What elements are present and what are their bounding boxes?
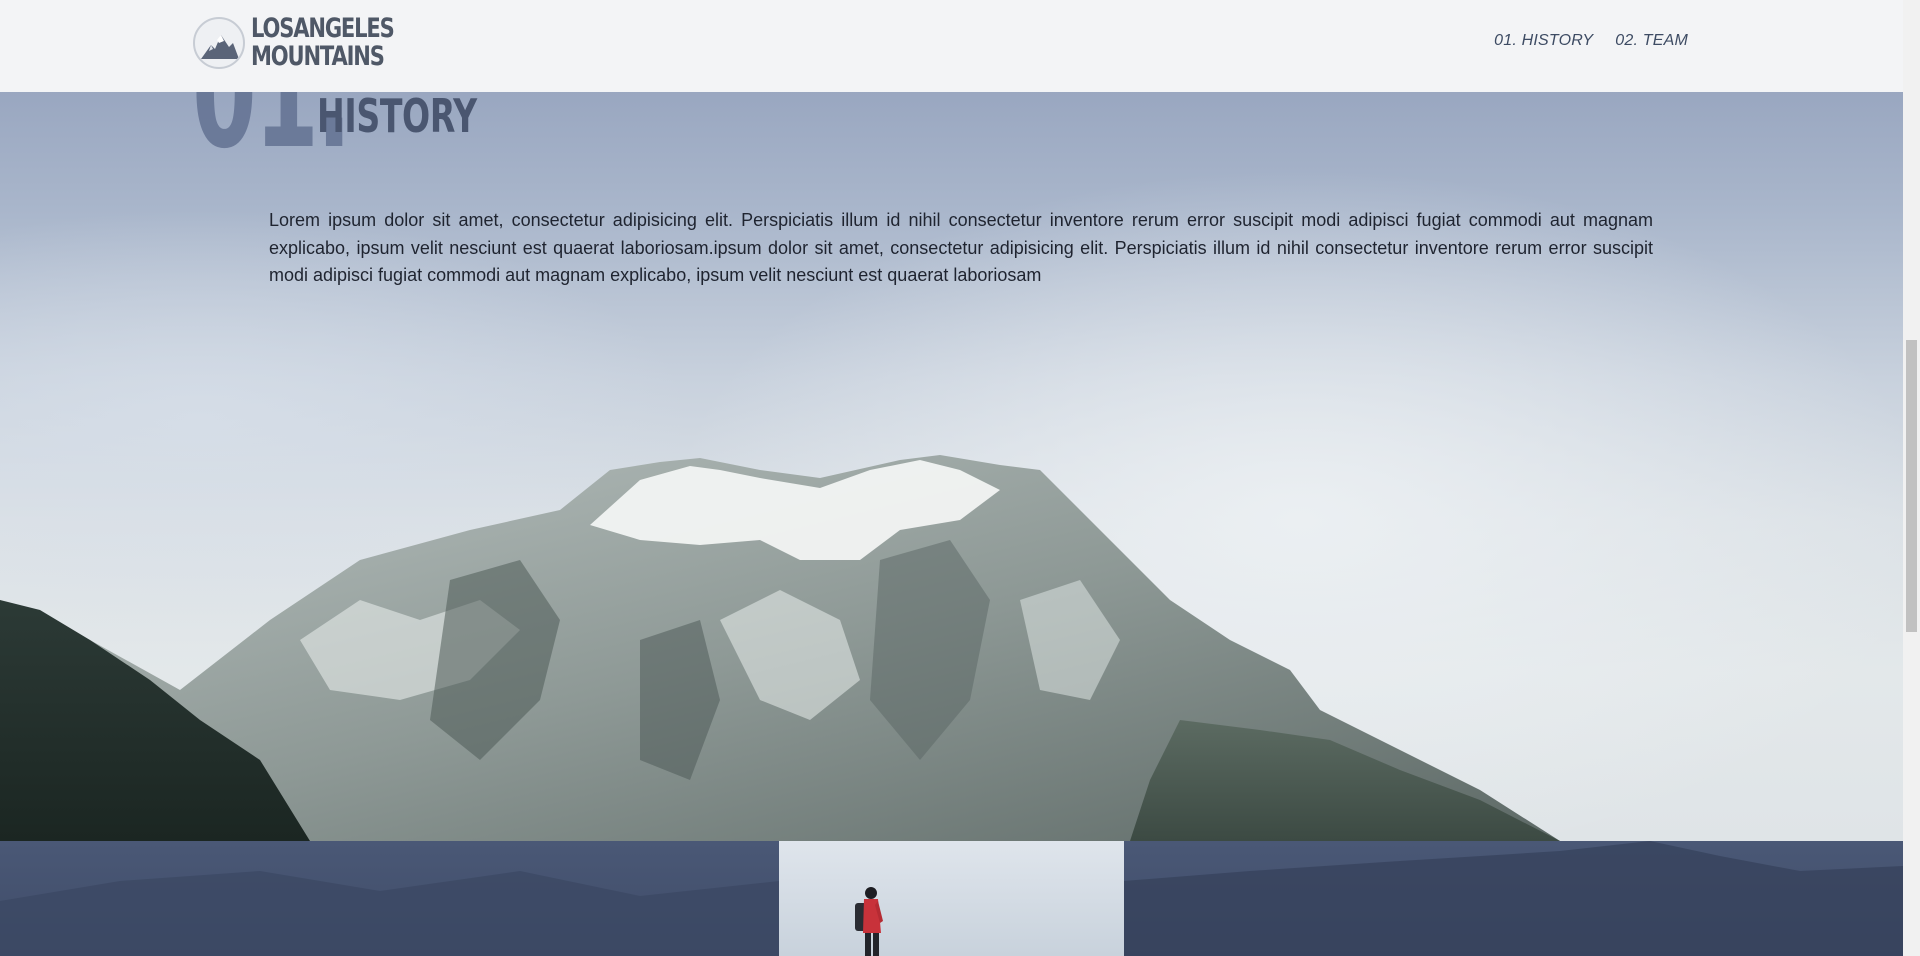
brand-line-2: MOUNTAINS xyxy=(251,41,385,72)
hiker-image xyxy=(855,887,883,956)
site-logo[interactable]: LOSANGELES MOUNTAINS xyxy=(193,15,434,71)
page-scrollbar[interactable] xyxy=(1903,0,1920,956)
hiker-photo[interactable] xyxy=(779,841,1124,956)
site-logo-text: LOSANGELES MOUNTAINS xyxy=(251,13,395,72)
brand-line-1: LOSANGELES xyxy=(251,13,395,44)
section-title: HISTORY xyxy=(317,89,477,143)
scrollbar-thumb[interactable] xyxy=(1906,340,1917,632)
mountain-logo-icon xyxy=(193,17,245,69)
nav-link-history[interactable]: 01. HISTORY xyxy=(1494,32,1593,50)
main-nav: 01. HISTORY 02. TEAM xyxy=(1494,32,1688,50)
site-header: LOSANGELES MOUNTAINS 01. HISTORY 02. TEA… xyxy=(0,0,1903,92)
history-paragraph: Lorem ipsum dolor sit amet, consectetur … xyxy=(269,210,1653,285)
nav-link-team[interactable]: 02. TEAM xyxy=(1615,32,1688,50)
gallery-strip xyxy=(0,841,1903,956)
